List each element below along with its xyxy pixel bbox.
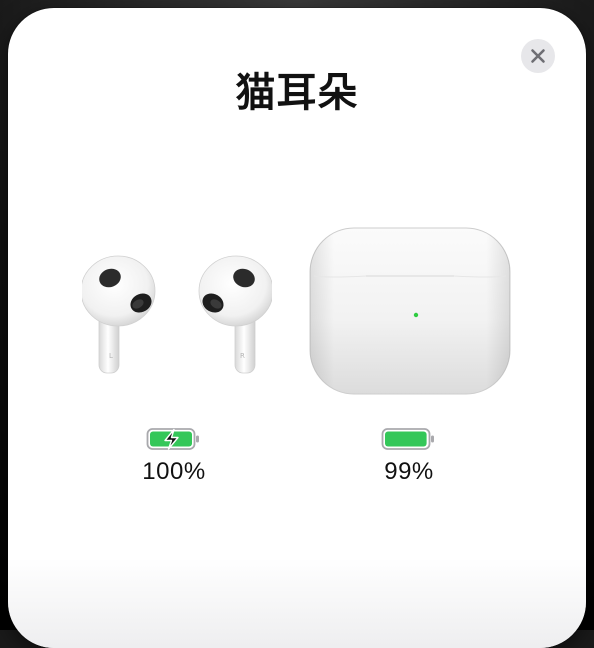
left-marker: L: [109, 352, 113, 360]
case-battery: 99%: [339, 426, 479, 486]
status-light: [413, 312, 419, 318]
case-battery-percent: 99%: [384, 458, 434, 485]
earbuds-battery-percent: 100%: [142, 458, 206, 485]
left-earbud: L: [82, 255, 156, 374]
device-name-title: 猫耳朵: [235, 70, 359, 116]
right-marker: R: [240, 352, 245, 360]
battery-icon: [381, 428, 434, 450]
earbuds-battery: 100%: [104, 426, 244, 486]
airpods-earbuds-image: L R: [82, 255, 272, 374]
airpods-case-image: [309, 227, 511, 395]
right-earbud: R: [198, 255, 272, 374]
battery-charging-icon: [146, 428, 199, 450]
airpods-popup-card: 猫耳朵 L R 100% 99%: [8, 8, 586, 648]
